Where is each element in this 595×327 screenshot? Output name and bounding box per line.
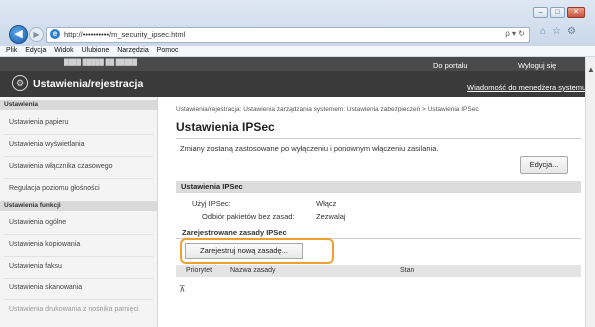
- use-ipsec-label: Użyj IPSec:: [192, 199, 231, 208]
- address-bar[interactable]: e http://••••••••••/m_security_ipsec.htm…: [46, 27, 530, 43]
- maximize-button[interactable]: □: [550, 7, 565, 18]
- window-controls: – □ ✕: [533, 7, 585, 18]
- app-title: Ustawienia/rejestracja: [33, 78, 144, 90]
- ie-icon: e: [50, 29, 60, 39]
- sidebar-item-volume[interactable]: Regulacja poziomu głośności: [0, 185, 157, 192]
- sidebar-item-copy[interactable]: Ustawienia kopiowania: [0, 241, 157, 248]
- back-arrow-icon[interactable]: ◀: [9, 25, 28, 44]
- settings-registration-icon: ⚙: [12, 75, 28, 91]
- browser-toolbar-icons: ⌂ ☆ ⚙: [540, 26, 576, 37]
- divider: [4, 234, 153, 235]
- app-header: ████ █████ ██ █████ Do portalu Wyloguj s…: [0, 57, 586, 97]
- sidebar-item-timer[interactable]: Ustawienia włącznika czasowego: [0, 163, 157, 170]
- home-icon[interactable]: ⌂: [540, 26, 546, 37]
- logout-link[interactable]: Wyloguj się: [518, 61, 556, 70]
- sidebar-item-paper[interactable]: Ustawienia papieru: [0, 119, 157, 126]
- back-to-top-icon[interactable]: ⊼: [179, 284, 186, 295]
- message-to-manager-link[interactable]: Wiadomość do menedżera systemu: [467, 83, 586, 92]
- divider: [4, 256, 153, 257]
- edit-button[interactable]: Edycja...: [520, 156, 568, 174]
- divider: [4, 278, 153, 279]
- sidebar-item-memory-print[interactable]: Ustawienia drukowania z nośnika pamięci: [0, 305, 140, 314]
- menu-edit[interactable]: Edycja: [25, 46, 46, 56]
- sidebar-item-scan[interactable]: Ustawienia skanowania: [0, 284, 157, 291]
- title-divider: [176, 138, 581, 139]
- use-ipsec-value: Włącz: [316, 199, 337, 208]
- restart-notice: Zmiany zostaną zastosowane po wyłączeniu…: [180, 144, 439, 153]
- device-info-blurred: ████ █████ ██ █████: [64, 60, 138, 66]
- menu-help[interactable]: Pomoc: [157, 46, 179, 56]
- policies-table-header: Priorytet Nazwa zasady Stan: [176, 265, 581, 277]
- forward-arrow-icon[interactable]: ▶: [29, 27, 44, 42]
- divider: [4, 134, 153, 135]
- favorites-star-icon[interactable]: ☆: [552, 26, 561, 37]
- menu-view[interactable]: Widok: [54, 46, 73, 56]
- address-url: http://••••••••••/m_security_ipsec.html: [64, 30, 186, 39]
- sidebar-item-general[interactable]: Ustawienia ogólne: [0, 219, 157, 226]
- breadcrumb: Ustawienia/rejestracja: Ustawienia zarzą…: [176, 106, 479, 113]
- receive-packets-value: Zezwalaj: [316, 212, 346, 221]
- register-new-policy-button[interactable]: Zarejestruj nową zasadę...: [185, 243, 303, 259]
- divider: [4, 156, 153, 157]
- page-title: Ustawienia IPSec: [176, 120, 275, 134]
- gear-icon[interactable]: ⚙: [567, 26, 576, 37]
- divider: [4, 178, 153, 179]
- portal-link[interactable]: Do portalu: [433, 61, 468, 70]
- sidebar-section-settings: Ustawienia: [0, 100, 157, 110]
- column-header-policy-name: Nazwa zasady: [230, 267, 276, 274]
- divider: [4, 299, 153, 300]
- sidebar-section-function-settings: Ustawienia funkcji: [0, 201, 157, 211]
- registered-policies-title: Zarejestrowane zasady IPSec: [182, 228, 287, 237]
- column-header-status: Stan: [400, 267, 415, 274]
- menu-bar: Plik Edycja Widok Ulubione Narzędzia Pom…: [0, 46, 595, 57]
- menu-file[interactable]: Plik: [6, 46, 17, 56]
- address-actions[interactable]: ρ ▾ ↻: [505, 29, 525, 38]
- menu-tools[interactable]: Narzędzia: [117, 46, 149, 56]
- minimize-button[interactable]: –: [533, 7, 548, 18]
- section-header-ipsec: Ustawienia IPSec: [176, 181, 581, 193]
- scroll-up-icon[interactable]: ▲: [587, 65, 595, 74]
- close-button[interactable]: ✕: [567, 7, 585, 18]
- receive-packets-label: Odbiór pakietów bez zasad:: [202, 212, 295, 221]
- column-header-priority: Priorytet: [186, 267, 213, 274]
- sidebar: Ustawienia Ustawienia papieru Ustawienia…: [0, 97, 158, 327]
- page-scrollbar[interactable]: ▲: [585, 57, 595, 327]
- sidebar-item-display[interactable]: Ustawienia wyświetlania: [0, 141, 157, 148]
- sidebar-item-fax[interactable]: Ustawienia faksu: [0, 263, 157, 270]
- menu-favorites[interactable]: Ulubione: [82, 46, 110, 56]
